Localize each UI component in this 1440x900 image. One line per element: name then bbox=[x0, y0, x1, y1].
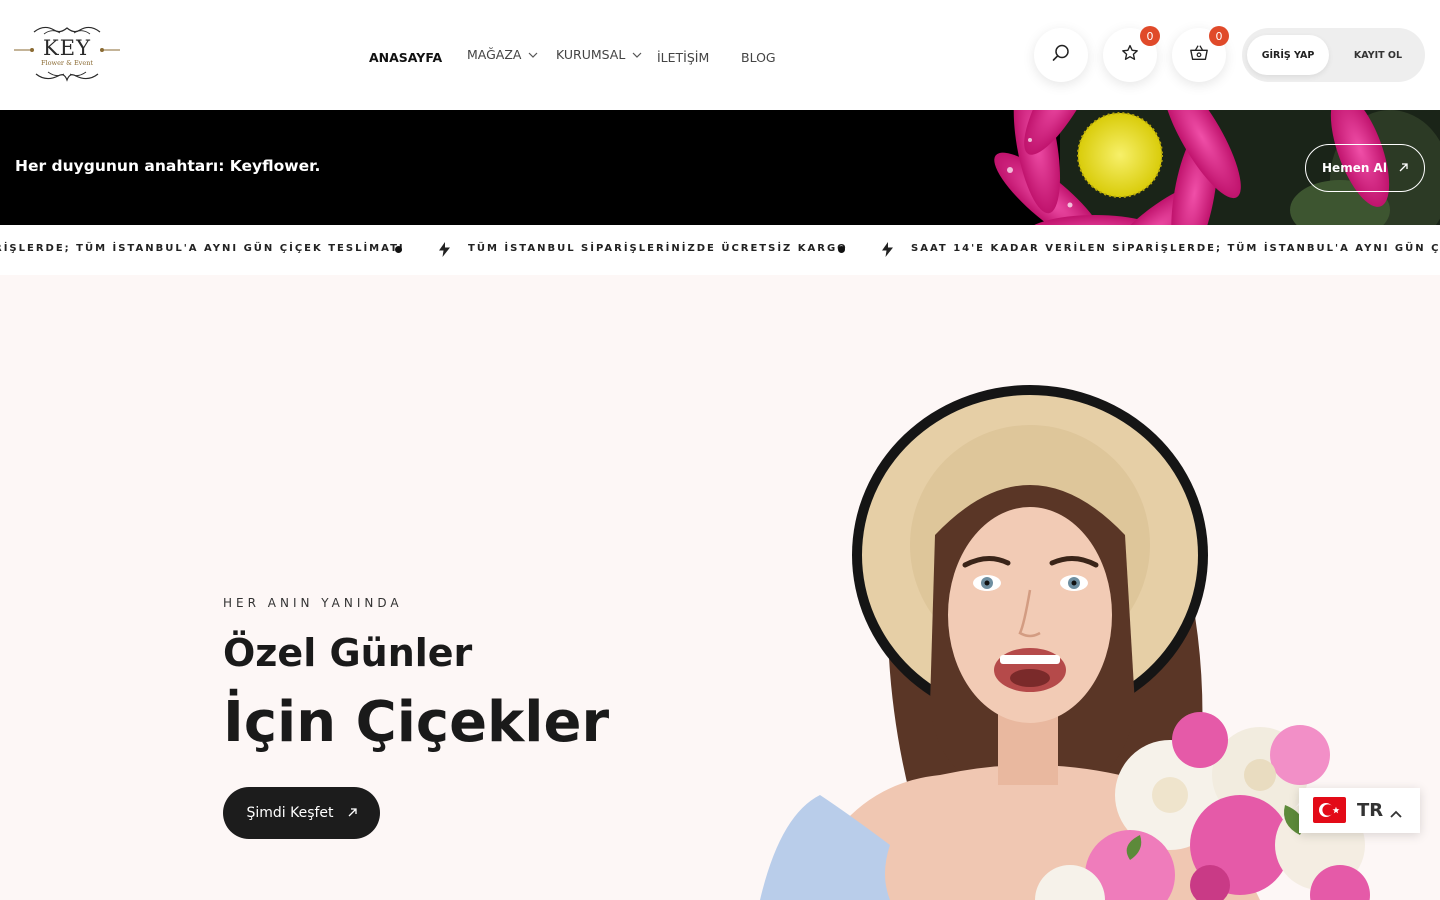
cart-count-badge: 0 bbox=[1209, 26, 1229, 46]
nav-label: KURUMSAL bbox=[556, 47, 626, 62]
wishlist-count-badge: 0 bbox=[1140, 26, 1160, 46]
arrow-up-right-icon bbox=[348, 805, 357, 821]
brand-logo[interactable]: KEY Flower & Event bbox=[14, 22, 120, 86]
star-icon bbox=[1121, 44, 1139, 66]
nav-item-anasayfa[interactable]: ANASAYFA bbox=[369, 50, 442, 65]
language-code: TR bbox=[1357, 800, 1384, 821]
nav-label: BLOG bbox=[741, 50, 776, 65]
explore-now-button[interactable]: Şimdi Keşfet bbox=[223, 787, 380, 839]
ticker-item: RİŞLERDE; TÜM İSTANBUL'A AYNI GÜN ÇİÇEK … bbox=[0, 243, 405, 254]
bullet-dot-icon bbox=[395, 246, 402, 253]
hero-title-line1: Özel Günler bbox=[223, 631, 473, 675]
hero-section: HER ANIN YANINDA Özel Günler İçin Çiçekl… bbox=[0, 275, 1440, 900]
promo-banner: Her duygunun anahtarı: Keyflower. Hemen … bbox=[0, 110, 1440, 225]
turkey-flag-icon bbox=[1313, 797, 1346, 823]
wishlist-button[interactable]: 0 bbox=[1103, 26, 1160, 82]
chevron-down-icon bbox=[632, 52, 642, 58]
hero-eyebrow: HER ANIN YANINDA bbox=[223, 596, 403, 610]
nav-item-magaza[interactable]: MAĞAZA bbox=[467, 47, 538, 62]
ticker-item: SAAT 14'E KADAR VERİLEN SİPARİŞLERDE; TÜ… bbox=[911, 243, 1440, 254]
buy-now-button[interactable]: Hemen Al bbox=[1305, 144, 1425, 192]
chevron-down-icon bbox=[528, 52, 538, 58]
login-button[interactable]: GİRİŞ YAP bbox=[1247, 35, 1329, 75]
auth-toggle: GİRİŞ YAP KAYIT OL bbox=[1242, 28, 1425, 82]
nav-item-iletisim[interactable]: İLETİŞİM bbox=[657, 50, 709, 65]
nav-item-kurumsal[interactable]: KURUMSAL bbox=[556, 47, 642, 62]
cart-button[interactable]: 0 bbox=[1172, 26, 1229, 82]
logo-subtitle: Flower & Event bbox=[41, 59, 93, 67]
nav-label: İLETİŞİM bbox=[657, 50, 710, 65]
basket-icon bbox=[1189, 44, 1209, 66]
language-switcher[interactable]: TR bbox=[1299, 788, 1420, 833]
promo-text: Her duygunun anahtarı: Keyflower. bbox=[15, 157, 321, 175]
arrow-up-right-icon bbox=[1399, 161, 1408, 175]
buy-now-label: Hemen Al bbox=[1322, 161, 1387, 175]
site-header: KEY Flower & Event ANASAYFA MAĞAZA KURUM… bbox=[0, 0, 1440, 110]
hero-title-line2: İçin Çiçekler bbox=[223, 690, 610, 755]
announcement-ticker: RİŞLERDE; TÜM İSTANBUL'A AYNI GÜN ÇİÇEK … bbox=[0, 225, 1440, 275]
search-button[interactable] bbox=[1034, 28, 1088, 82]
hero-woman-with-flowers-image bbox=[760, 385, 1370, 900]
nav-label: MAĞAZA bbox=[467, 47, 522, 62]
bolt-icon bbox=[882, 242, 893, 257]
ticker-item: TÜM İSTANBUL SİPARİŞLERİNİZDE ÜCRETSİZ K… bbox=[468, 243, 848, 254]
nav-item-blog[interactable]: BLOG bbox=[741, 50, 776, 65]
bolt-icon bbox=[439, 242, 450, 257]
chevron-up-icon bbox=[1390, 803, 1402, 822]
search-icon bbox=[1052, 44, 1070, 66]
logo-wordmark: KEY bbox=[43, 36, 91, 60]
explore-now-label: Şimdi Keşfet bbox=[246, 805, 334, 821]
nav-label: ANASAYFA bbox=[369, 50, 443, 65]
register-button[interactable]: KAYIT OL bbox=[1338, 35, 1418, 75]
bullet-dot-icon bbox=[838, 246, 845, 253]
